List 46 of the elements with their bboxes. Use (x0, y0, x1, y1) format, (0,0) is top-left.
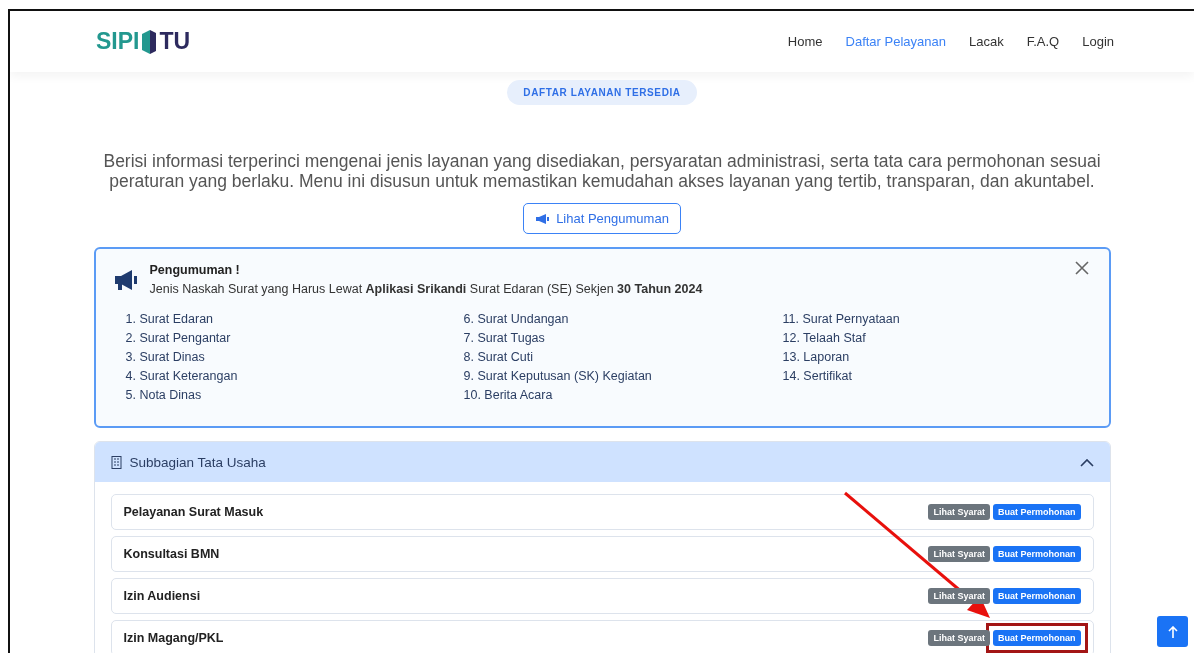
service-name: Pelayanan Surat Masuk (123, 505, 264, 519)
document-type-item: 10. Berita Acara (463, 388, 554, 403)
document-type-item: 2. Surat Pengantar (125, 331, 232, 346)
document-type-item: 4. Surat Keterangan (125, 369, 239, 384)
nav-link[interactable]: Login (1082, 34, 1114, 49)
requirements-button[interactable]: Lihat Syarat (928, 546, 990, 562)
nav-link[interactable]: Daftar Pelayanan (845, 34, 946, 49)
nav-link[interactable]: Lacak (968, 34, 1004, 49)
building-icon (110, 455, 122, 469)
document-type-item: 9. Surat Keputusan (SK) Kegiatan (463, 369, 653, 384)
requirements-button[interactable]: Lihat Syarat (928, 588, 990, 604)
intro-text: Berisi informasi terperinci mengenai jenis layanan yang disediakan, persyaratan administrasi, serta tata cara permohonan sesuai peraturan yang berlaku. Menu ini disusun untuk memastikan kemudahan akses layanan yang tertib, transparan, dan akuntabel. (102, 151, 1102, 191)
announcement-button[interactable]: Lihat Pengumuman (523, 203, 681, 234)
document-type-item: 7. Surat Tugas (463, 331, 546, 346)
service-name: Konsultasi BMN (123, 547, 220, 561)
request-button[interactable]: Buat Permohonan (993, 546, 1081, 562)
megaphone-icon (113, 269, 138, 291)
logo[interactable]: SIPI TU (96, 28, 191, 55)
close-icon[interactable] (1074, 261, 1089, 275)
document-type-item: 6. Surat Undangan (463, 312, 570, 327)
document-type-item: 8. Surat Cuti (463, 350, 534, 365)
service-name: Izin Magang/PKL (123, 631, 224, 645)
section-title: Subbagian Tata Usaha (129, 454, 266, 470)
megaphone-icon (535, 212, 550, 225)
announcement-title: Pengumuman ! (149, 263, 241, 277)
document-type-item: 14. Sertifikat (782, 369, 853, 384)
accordion-header[interactable]: Subbagian Tata Usaha (94, 442, 1110, 482)
document-type-item: 11. Surat Pernyataan (782, 312, 901, 327)
document-type-item: 1. Surat Edaran (125, 312, 215, 327)
nav-link[interactable]: F.A.Q (1026, 34, 1060, 49)
document-type-item: 5. Nota Dinas (125, 388, 203, 403)
request-button[interactable]: Buat Permohonan (993, 588, 1081, 604)
announcement-message: Jenis Naskah Surat yang Harus Lewat Aplikasi Srikandi Surat Edaran (SE) Sekjen 30 Tahun 2024 (149, 282, 703, 296)
document-type-item: 3. Surat Dinas (125, 350, 206, 365)
document-type-item: 13. Laporan (782, 350, 851, 365)
document-type-item: 12. Telaah Staf (782, 331, 867, 346)
nav-link[interactable]: Home (787, 34, 823, 49)
request-button[interactable]: Buat Permohonan (993, 504, 1081, 520)
requirements-button[interactable]: Lihat Syarat (928, 504, 990, 520)
service-name: Izin Audiensi (123, 589, 201, 603)
door-icon (141, 28, 158, 55)
requirements-button[interactable]: Lihat Syarat (928, 630, 990, 646)
scroll-top-button[interactable] (1157, 616, 1188, 647)
arrow-up-icon (1167, 625, 1178, 638)
section-badge: DAFTAR LAYANAN TERSEDIA (507, 80, 697, 105)
request-button[interactable]: Buat Permohonan (993, 630, 1081, 646)
